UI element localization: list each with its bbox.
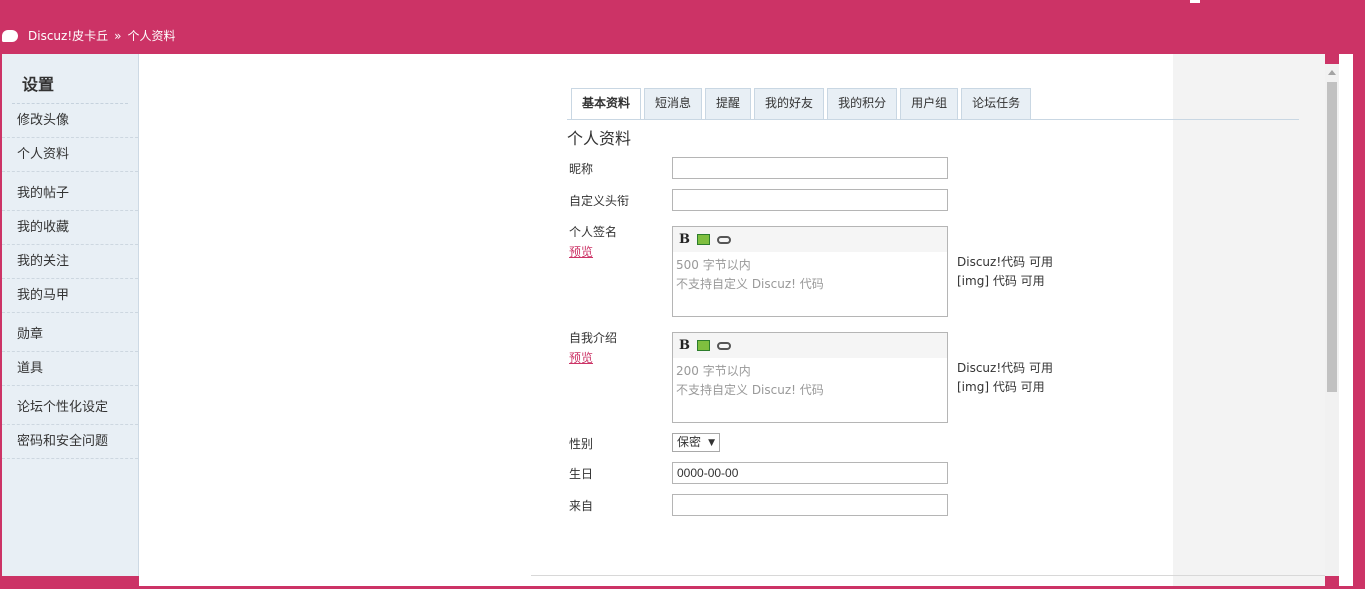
custom-title-input[interactable] [672, 189, 948, 211]
bio-editor-toolbar: B [673, 333, 947, 358]
signature-placeholder-1: 500 字节以内 [676, 258, 751, 272]
bio-editor[interactable]: B 200 字节以内 不支持自定义 Discuz! 代码 [672, 332, 948, 423]
sidebar-item-profile[interactable]: 个人资料 [2, 138, 138, 172]
signature-hint-discuz-code: Discuz!代码 可用 [957, 255, 1053, 269]
top-header: Discuz!皮卡丘 » 个人资料 [0, 0, 1365, 54]
bio-textarea[interactable]: 200 字节以内 不支持自定义 Discuz! 代码 [673, 358, 947, 404]
gender-label: 性别 [569, 437, 594, 451]
signature-label-block: 个人签名 预览 [569, 223, 617, 260]
signature-textarea[interactable]: 500 字节以内 不支持自定义 Discuz! 代码 [673, 252, 947, 298]
birthday-input[interactable] [672, 462, 948, 484]
bio-label-block: 自我介绍 预览 [569, 329, 617, 366]
sidebar-item-forum-personalization[interactable]: 论坛个性化设定 [2, 391, 138, 425]
right-panel [1173, 54, 1325, 586]
dropdown-arrow-icon: ▼ [708, 438, 715, 448]
bio-placeholder-2: 不支持自定义 Discuz! 代码 [676, 383, 824, 397]
section-title: 个人资料 [567, 129, 632, 148]
bio-placeholder-1: 200 字节以内 [676, 364, 751, 378]
image-icon[interactable] [697, 234, 710, 245]
tab-messages[interactable]: 短消息 [644, 88, 703, 119]
vertical-scrollbar[interactable] [1325, 64, 1339, 576]
tab-reminders[interactable]: 提醒 [705, 88, 752, 119]
from-input[interactable] [672, 494, 948, 516]
scrollbar-thumb[interactable] [1327, 82, 1337, 392]
tab-basic-info[interactable]: 基本资料 [571, 88, 642, 120]
bio-preview-link[interactable]: 预览 [569, 349, 617, 366]
tabs-underline [567, 119, 1299, 120]
sidebar-item-alt-accounts[interactable]: 我的马甲 [2, 279, 138, 313]
chat-bubble-icon [2, 29, 18, 42]
image-icon[interactable] [697, 340, 710, 351]
signature-preview-link[interactable]: 预览 [569, 243, 617, 260]
breadcrumb-site-link[interactable]: Discuz!皮卡丘 [28, 27, 108, 44]
gender-select[interactable]: 保密 ▼ [672, 433, 720, 452]
nickname-input[interactable] [672, 157, 948, 179]
breadcrumb: Discuz!皮卡丘 » 个人资料 [2, 27, 176, 44]
tab-friends[interactable]: 我的好友 [754, 88, 825, 119]
bold-icon[interactable]: B [679, 338, 690, 353]
gender-selected-value: 保密 [677, 435, 702, 449]
link-icon[interactable] [717, 341, 731, 350]
sidebar-item-following[interactable]: 我的关注 [2, 245, 138, 279]
top-marker [1190, 0, 1200, 3]
signature-label: 个人签名 [569, 225, 618, 239]
bio-hint-img-code: [img] 代码 可用 [957, 380, 1045, 394]
scroll-up-arrow-icon[interactable] [1328, 70, 1336, 75]
sidebar-item-avatar[interactable]: 修改头像 [2, 104, 138, 138]
tab-credits[interactable]: 我的积分 [827, 88, 898, 119]
sidebar-item-items[interactable]: 道具 [2, 352, 138, 386]
right-edge [1339, 54, 1353, 586]
signature-hint-img-code: [img] 代码 可用 [957, 274, 1045, 288]
signature-placeholder-2: 不支持自定义 Discuz! 代码 [676, 277, 824, 291]
bio-label: 自我介绍 [569, 331, 618, 345]
tab-forum-tasks[interactable]: 论坛任务 [961, 88, 1032, 119]
bio-hint-discuz-code: Discuz!代码 可用 [957, 361, 1053, 375]
from-label: 来自 [569, 499, 594, 513]
blank-area [139, 54, 531, 586]
nickname-label: 昵称 [569, 162, 594, 176]
signature-editor-toolbar: B [673, 227, 947, 252]
birthday-label: 生日 [569, 467, 594, 481]
bio-hint: Discuz!代码 可用 [img] 代码 可用 [957, 359, 1053, 397]
sidebar-item-favorites[interactable]: 我的收藏 [2, 211, 138, 245]
signature-hint: Discuz!代码 可用 [img] 代码 可用 [957, 253, 1053, 291]
settings-sidebar: 设置 修改头像 个人资料 我的帖子 我的收藏 我的关注 我的马甲 勋章 道具 论… [2, 54, 139, 576]
sidebar-title: 设置 [12, 71, 128, 104]
signature-editor[interactable]: B 500 字节以内 不支持自定义 Discuz! 代码 [672, 226, 948, 317]
link-icon[interactable] [717, 235, 731, 244]
sidebar-item-my-posts[interactable]: 我的帖子 [2, 177, 138, 211]
breadcrumb-separator: » [114, 28, 122, 43]
profile-tabs: 基本资料 短消息 提醒 我的好友 我的积分 用户组 论坛任务 [571, 88, 1032, 120]
sidebar-item-password-security[interactable]: 密码和安全问题 [2, 425, 138, 459]
content-bottom-divider [531, 575, 1325, 576]
custom-title-label: 自定义头衔 [569, 194, 630, 208]
breadcrumb-current: 个人资料 [127, 29, 176, 43]
sidebar-item-medals[interactable]: 勋章 [2, 318, 138, 352]
bold-icon[interactable]: B [679, 232, 690, 247]
tab-usergroup[interactable]: 用户组 [900, 88, 959, 119]
